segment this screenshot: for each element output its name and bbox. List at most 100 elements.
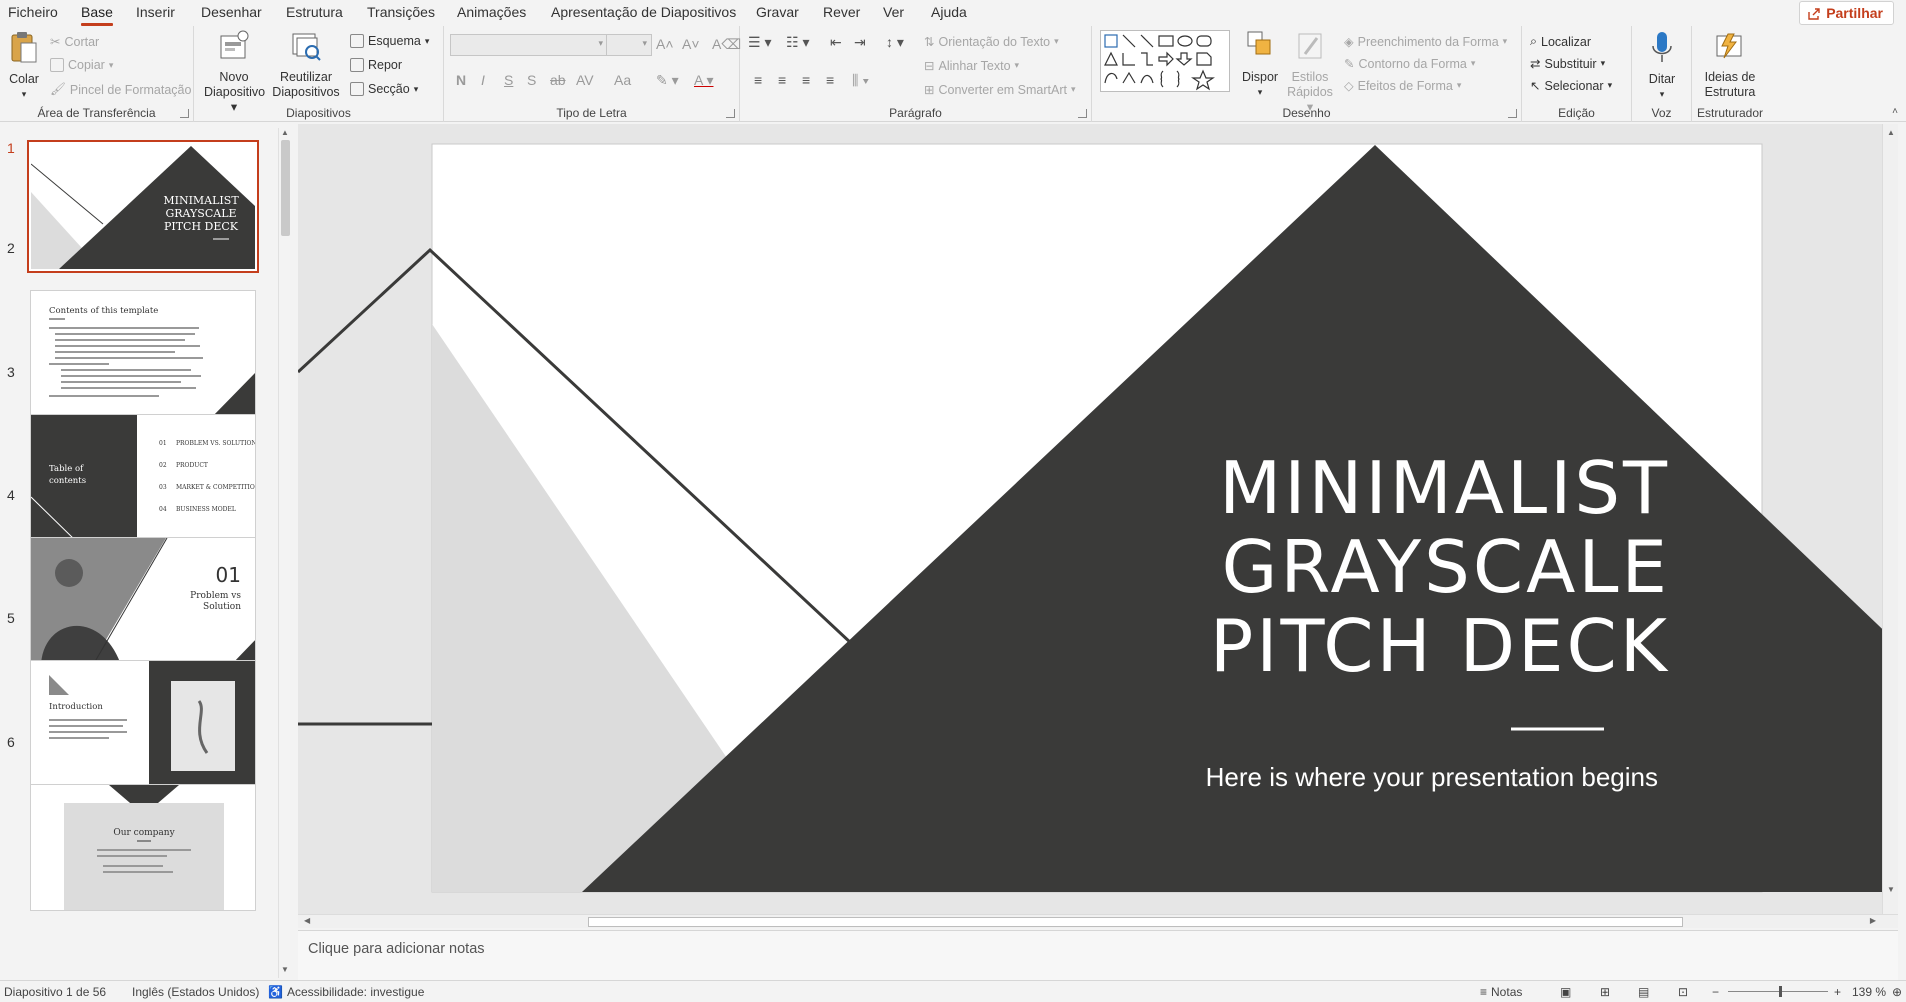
zoom-in-icon[interactable]: + — [1834, 985, 1841, 999]
editor-vscroll[interactable]: ▲ ▼ — [1882, 124, 1898, 914]
replace-button[interactable]: ⇄ Substituir ▾ — [1530, 56, 1605, 72]
tab-estrutura[interactable]: Estrutura — [286, 4, 343, 20]
font-family-combo[interactable]: ▾ — [450, 34, 608, 56]
slide-thumbnail-5[interactable]: Introduction — [30, 660, 256, 787]
numbering-icon[interactable]: ☷ ▾ — [786, 34, 809, 51]
slide-sorter-icon[interactable]: ⊞ — [1600, 985, 1610, 999]
format-painter-button[interactable]: 🖌 Pincel de Formatação — [50, 82, 191, 97]
slide-thumbnail-3[interactable]: Table of contents 01 PROBLEM VS. SOLUTION… — [30, 414, 256, 541]
increase-indent-icon[interactable]: ⇥ — [854, 34, 866, 51]
find-button[interactable]: ⌕ Localizar — [1530, 34, 1591, 49]
shapes-gallery[interactable] — [1100, 30, 1230, 92]
decrease-font-icon[interactable]: A˅ — [682, 36, 700, 52]
zoom-level[interactable]: 139 % — [1852, 985, 1886, 999]
editor-scroll-up-icon[interactable]: ▲ — [1887, 128, 1895, 137]
slide-thumbnail-4[interactable]: 01 Problem vs Solution — [30, 537, 256, 664]
align-right-icon[interactable]: ≡ — [802, 72, 810, 88]
collapse-ribbon-icon[interactable]: ˄ — [1892, 106, 1898, 117]
tab-base[interactable]: Base — [81, 4, 113, 26]
tab-apresentacao[interactable]: Apresentação de Diapositivos — [551, 4, 736, 20]
reuse-slides-button[interactable]: Reutilizar Diapositivos — [272, 30, 340, 100]
reading-view-icon[interactable]: ▤ — [1638, 985, 1649, 999]
scroll-up-icon[interactable]: ▲ — [281, 128, 289, 137]
shadow-button[interactable]: S — [527, 72, 536, 88]
clipboard-launcher-icon[interactable] — [180, 109, 189, 118]
bullets-icon[interactable]: ☰ ▾ — [748, 34, 771, 51]
accessibility-button[interactable]: ♿ Acessibilidade: investigue — [268, 985, 424, 999]
copy-button[interactable]: Copiar ▾ — [50, 58, 113, 72]
layout-button[interactable]: Esquema ▾ — [350, 34, 429, 48]
tab-ficheiro[interactable]: Ficheiro — [8, 4, 58, 20]
columns-icon[interactable]: ⫼ ▾ — [852, 72, 869, 89]
hscroll-left-icon[interactable]: ◀ — [304, 916, 310, 925]
design-ideas-button[interactable]: Ideias de Estrutura — [1696, 30, 1764, 100]
thumbnail-scrollbar[interactable]: ▲ ▼ — [278, 128, 290, 978]
fit-to-window-icon[interactable]: ⊕ — [1892, 985, 1902, 999]
tab-rever[interactable]: Rever — [823, 4, 860, 20]
decrease-indent-icon[interactable]: ⇤ — [830, 34, 842, 51]
editor-hscroll[interactable]: ◀ ▶ — [298, 914, 1898, 928]
slide-thumbnail-1[interactable]: MINIMALIST GRAYSCALE PITCH DECK — [27, 140, 259, 273]
line-spacing-icon[interactable]: ↕ ▾ — [886, 34, 904, 51]
align-center-icon[interactable]: ≡ — [778, 72, 786, 88]
char-spacing-button[interactable]: AV — [576, 72, 594, 88]
zoom-slider-knob[interactable] — [1779, 986, 1782, 997]
slide-thumbnail-6[interactable]: Our company — [30, 784, 256, 911]
smartart-button[interactable]: ⊞ Converter em SmartArt ▾ — [924, 82, 1076, 98]
tab-ver[interactable]: Ver — [883, 4, 904, 20]
drawing-launcher-icon[interactable] — [1508, 109, 1517, 118]
tab-inserir[interactable]: Inserir — [136, 4, 175, 20]
hscroll-right-icon[interactable]: ▶ — [1870, 916, 1876, 925]
align-text-button[interactable]: ⊟ Alinhar Texto ▾ — [924, 58, 1019, 74]
slide-subtitle[interactable]: Here is where your presentation begins — [1058, 762, 1658, 793]
increase-font-icon[interactable]: A˄ — [656, 36, 674, 52]
tab-animacoes[interactable]: Animações — [457, 4, 526, 20]
group-label-slides: Diapositivos — [286, 106, 351, 120]
share-button[interactable]: Partilhar — [1799, 1, 1894, 25]
shape-effects-button[interactable]: ◇ Efeitos de Forma ▾ — [1344, 78, 1461, 94]
font-launcher-icon[interactable] — [726, 109, 735, 118]
tab-transicoes[interactable]: Transições — [367, 4, 435, 20]
zoom-slider[interactable] — [1728, 991, 1828, 992]
text-direction-button[interactable]: ⇅ Orientação do Texto ▾ — [924, 34, 1059, 50]
italic-button[interactable]: I — [481, 72, 485, 88]
reset-button[interactable]: Repor — [350, 58, 402, 72]
strikethrough-button[interactable]: ab — [550, 72, 566, 88]
notes-pane[interactable]: Clique para adicionar notas — [298, 930, 1898, 980]
notes-toggle-button[interactable]: ≡ Notas — [1480, 985, 1522, 999]
shape-outline-button[interactable]: ✎ Contorno da Forma ▾ — [1344, 56, 1475, 72]
bold-button[interactable]: N — [456, 72, 466, 88]
underline-button[interactable]: S — [504, 72, 513, 88]
tab-desenhar[interactable]: Desenhar — [201, 4, 262, 20]
change-case-button[interactable]: Aa — [614, 72, 631, 88]
align-left-icon[interactable]: ≡ — [754, 72, 762, 88]
quick-styles-button[interactable]: Estilos Rápidos ▾ — [1284, 30, 1336, 115]
slide-title[interactable]: MINIMALIST GRAYSCALE PITCH DECK — [1120, 449, 1670, 686]
new-slide-button[interactable]: Novo Diapositivo ▾ — [204, 30, 265, 115]
normal-view-icon[interactable]: ▣ — [1560, 985, 1571, 999]
clear-format-icon[interactable]: A⌫ — [712, 36, 741, 53]
arrange-button[interactable]: Dispor ▾ — [1238, 30, 1282, 100]
slideshow-icon[interactable]: ⊡ — [1678, 985, 1688, 999]
highlight-icon[interactable]: ✎ ▾ — [656, 72, 679, 89]
brush-icon: 🖌 — [50, 82, 66, 96]
section-button[interactable]: Secção ▾ — [350, 82, 418, 96]
dictate-button[interactable]: Ditar ▾ — [1638, 30, 1686, 102]
slide-thumbnail-2[interactable]: Contents of this template — [30, 290, 256, 417]
paste-button[interactable]: Colar ▾ — [6, 30, 42, 102]
tab-ajuda[interactable]: Ajuda — [931, 4, 967, 20]
tab-gravar[interactable]: Gravar — [756, 4, 799, 20]
justify-icon[interactable]: ≡ — [826, 72, 834, 88]
editor-scroll-down-icon[interactable]: ▼ — [1887, 885, 1895, 894]
font-size-combo[interactable]: ▾ — [606, 34, 652, 56]
zoom-out-icon[interactable]: − — [1712, 985, 1719, 999]
select-button[interactable]: ↖ Selecionar ▾ — [1530, 78, 1612, 94]
shape-fill-button[interactable]: ◈ Preenchimento da Forma ▾ — [1344, 34, 1507, 50]
scroll-down-icon[interactable]: ▼ — [281, 965, 289, 974]
paragraph-launcher-icon[interactable] — [1078, 109, 1087, 118]
thumbnail-scroll-thumb[interactable] — [281, 140, 290, 236]
hscroll-thumb[interactable] — [588, 917, 1683, 927]
cut-button[interactable]: ✂ Cortar — [50, 34, 99, 50]
font-color-icon[interactable]: A ▾ — [694, 72, 713, 89]
language-indicator[interactable]: Inglês (Estados Unidos) — [132, 985, 259, 999]
